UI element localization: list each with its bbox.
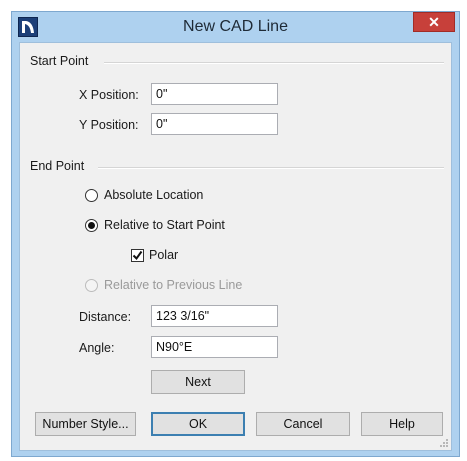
next-button[interactable]: Next [151,370,245,394]
polar-checkbox[interactable] [131,249,144,262]
absolute-location-radio[interactable] [85,189,98,202]
window-title: New CAD Line [183,18,288,35]
start-point-divider [104,62,444,64]
dialog-body: Start Point X Position: Y Position: End … [19,42,452,451]
relative-to-start-label[interactable]: Relative to Start Point [104,218,225,232]
absolute-location-label[interactable]: Absolute Location [104,188,203,202]
checkmark-icon [132,250,143,261]
relative-to-previous-label: Relative to Previous Line [104,278,243,292]
cancel-button[interactable]: Cancel [256,412,350,436]
dialog-window: New CAD Line ✕ Start Point X Position: Y… [11,11,460,457]
distance-label: Distance: [79,310,132,324]
title-bar[interactable]: New CAD Line ✕ [12,12,459,42]
end-point-divider [98,167,444,169]
x-position-label: X Position: [79,88,139,102]
angle-input[interactable] [151,336,278,358]
y-position-label: Y Position: [79,118,139,132]
radio-selected-dot [88,222,95,229]
help-button[interactable]: Help [361,412,443,436]
distance-input[interactable] [151,305,278,327]
angle-label: Angle: [79,341,115,355]
resize-grip-icon[interactable] [439,438,449,448]
number-style-button[interactable]: Number Style... [35,412,136,436]
relative-to-previous-radio [85,279,98,292]
relative-to-start-radio[interactable] [85,219,98,232]
end-point-group-label: End Point [30,159,85,173]
ok-button[interactable]: OK [151,412,245,436]
polar-label[interactable]: Polar [149,248,178,262]
close-icon[interactable]: ✕ [413,12,455,32]
start-point-group-label: Start Point [30,54,89,68]
y-position-input[interactable] [151,113,278,135]
x-position-input[interactable] [151,83,278,105]
